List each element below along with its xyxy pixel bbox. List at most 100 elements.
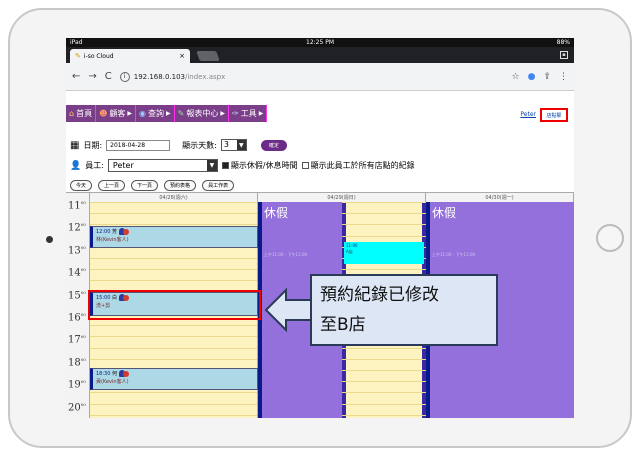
menu-customer[interactable]: ☻ 顧客 ▶ xyxy=(96,105,137,122)
grid-line xyxy=(342,202,426,203)
callout-line1: 預約紀錄已修改 xyxy=(320,285,439,305)
date-input[interactable]: 2018-04-28 xyxy=(106,139,171,151)
grid-line xyxy=(90,202,257,203)
grid-line xyxy=(90,347,257,349)
staff-sheet-button[interactable]: 員工作表 xyxy=(202,180,235,191)
reload-icon[interactable]: C xyxy=(105,71,112,82)
today-button[interactable]: 今天 xyxy=(70,180,93,191)
bookmark-icon[interactable]: ☆ xyxy=(512,72,520,82)
grid-line xyxy=(342,213,426,215)
hour-label: 2000 xyxy=(68,401,86,413)
customer-icon: ☻ xyxy=(99,109,108,118)
back-icon[interactable]: ← xyxy=(72,71,80,82)
grid-line xyxy=(90,269,257,271)
home-button[interactable] xyxy=(596,224,624,252)
nav-buttons: 今天 上一頁 下一頁 預約表格 員工作表 xyxy=(70,180,235,191)
prev-page-button[interactable]: 上一頁 xyxy=(98,180,126,191)
favicon-icon: ✎ xyxy=(75,52,81,60)
url-path: /index.aspx xyxy=(184,72,226,81)
appointment-store-a[interactable]: 11:00 A店 xyxy=(344,242,424,264)
menu-tool[interactable]: ✑ 工具 ▶ xyxy=(228,105,268,122)
report-icon: ✎ xyxy=(177,109,185,118)
grid-line xyxy=(90,336,257,338)
store-button[interactable]: 店點擊 xyxy=(540,108,568,122)
hour-label: 1700 xyxy=(68,334,86,346)
column-header: 04/29(週日) xyxy=(258,192,426,202)
grid-line xyxy=(342,381,426,383)
browser-toolbar: ← → C i 192.168.0.103/index.aspx ☆ ● ⇪ ⋮ xyxy=(66,63,574,91)
submenu-arrow-icon: ▶ xyxy=(166,110,171,117)
checkbox-icon[interactable] xyxy=(221,162,229,169)
menu-query[interactable]: ◉ 查詢 ▶ xyxy=(136,105,175,122)
callout-line2: 至B店 xyxy=(320,315,366,335)
time-column: 1100 1200 1300 1400 1500 1600 1700 1800 1900 2000 xyxy=(66,200,90,418)
days-label: 顯示天數: xyxy=(182,140,217,150)
grid-line xyxy=(342,403,426,405)
appointment[interactable]: 18:30 何 黃(Kevin客人) xyxy=(90,368,258,390)
checkbox-show-leave[interactable]: 顯示休假/休息時間 xyxy=(221,160,298,171)
share-icon[interactable]: ⇪ xyxy=(543,72,551,82)
screen: iPad 12:25 PM 88% ✎ i-so Cloud × ▪ ← → C… xyxy=(66,38,574,418)
grid-line xyxy=(90,392,257,394)
appointment[interactable]: 12:00 芳 林(Kevin客人) xyxy=(90,226,258,248)
hour-label: 1500 xyxy=(68,289,86,301)
tool-icon: ✑ xyxy=(231,109,239,118)
home-icon: ⌂ xyxy=(69,109,75,118)
menu-home[interactable]: ⌂ 首頁 xyxy=(66,105,97,122)
tab-strip: ✎ i-so Cloud × ▪ xyxy=(66,47,574,63)
grid-line xyxy=(90,213,257,215)
service-icon xyxy=(122,370,129,377)
grid-line xyxy=(342,358,426,360)
mic-icon[interactable]: ● xyxy=(528,72,536,82)
checkbox-icon[interactable] xyxy=(301,162,309,169)
status-bar: iPad 12:25 PM 88% xyxy=(66,38,574,47)
employee-select[interactable]: Peter ▼ xyxy=(107,159,218,172)
hour-label: 1300 xyxy=(68,244,86,257)
grid-line xyxy=(90,325,257,327)
date-label: 日期: xyxy=(83,140,103,150)
grid-line xyxy=(342,392,426,394)
date-row: ▦ 日期: 2018-04-28 顯示天數: 3 ▼ 確定 xyxy=(70,139,287,151)
column-header: 04/30(週一) xyxy=(426,192,574,202)
callout: 預約紀錄已修改 至B店 xyxy=(264,274,500,346)
main-menu: ⌂ 首頁 ☻ 顧客 ▶ ◉ 查詢 ▶ ✎ 報表中心 ▶ ✑ 工具 ▶ xyxy=(66,105,268,122)
submenu-arrow-icon: ▶ xyxy=(258,110,264,117)
grid-line xyxy=(90,403,257,405)
employee-row: 👤 員工: Peter ▼ 顯示休假/休息時間 顯示此員工於所有店點的紀錄 xyxy=(70,159,415,172)
camera xyxy=(46,236,53,243)
days-select[interactable]: 3 ▼ xyxy=(220,139,247,151)
grid-line xyxy=(342,370,426,371)
user-link[interactable]: Peter xyxy=(520,111,536,118)
tab-title: i-so Cloud xyxy=(83,52,114,60)
submenu-arrow-icon: ▶ xyxy=(127,110,133,117)
hour-label: 1800 xyxy=(68,356,86,369)
grid-line xyxy=(90,414,257,416)
browser-tab[interactable]: ✎ i-so Cloud × xyxy=(70,49,190,63)
address-bar[interactable]: i 192.168.0.103/index.aspx xyxy=(119,71,504,82)
more-icon[interactable]: ⋮ xyxy=(559,72,568,82)
next-page-button[interactable]: 下一頁 xyxy=(131,180,159,191)
grid-line xyxy=(342,347,426,349)
leave-label: 休假 xyxy=(264,206,289,220)
menu-report[interactable]: ✎ 報表中心 ▶ xyxy=(174,105,229,122)
employee-label: 員工: xyxy=(85,161,104,170)
grid-line xyxy=(90,258,257,259)
grid-line xyxy=(342,414,426,416)
info-icon[interactable]: i xyxy=(119,71,130,82)
leave-hours: 上午11:00 - 下午11:00 xyxy=(264,252,308,257)
service-icon xyxy=(122,228,129,235)
confirm-button[interactable]: 確定 xyxy=(260,139,287,151)
highlight-box xyxy=(88,290,261,320)
chevron-down-icon: ▼ xyxy=(206,160,217,171)
callout-box: 預約紀錄已修改 至B店 xyxy=(310,274,498,346)
hour-label: 1400 xyxy=(68,267,86,279)
booking-table-button[interactable]: 預約表格 xyxy=(164,180,197,191)
leave-hours: 上午11:00 - 下午11:00 xyxy=(432,252,476,257)
close-icon[interactable]: × xyxy=(179,52,185,60)
forward-icon[interactable]: → xyxy=(88,71,96,82)
checkbox-all-stores[interactable]: 顯示此員工於所有店點的紀錄 xyxy=(301,160,415,171)
new-tab-button[interactable] xyxy=(196,51,220,61)
tabs-grid-icon[interactable]: ▪ xyxy=(560,51,568,59)
grid-line xyxy=(90,358,257,360)
submenu-arrow-icon: ▶ xyxy=(220,110,225,117)
